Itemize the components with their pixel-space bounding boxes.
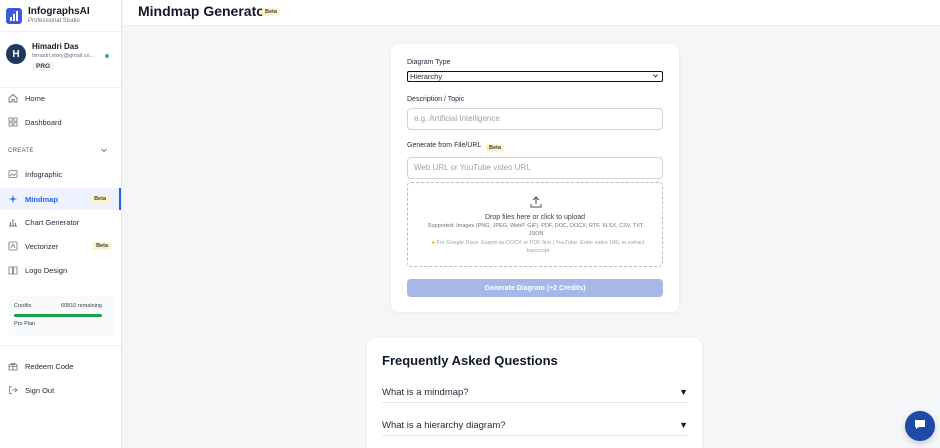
generate-diagram-button[interactable]: Generate Diagram (+2 Credits) bbox=[407, 279, 663, 297]
file-dropzone[interactable]: Drop files here or click to upload Suppo… bbox=[407, 182, 663, 267]
sidebar-item-label: Dashboard bbox=[25, 117, 62, 127]
sidebar-item-label: Infographic bbox=[25, 169, 63, 179]
vector-icon bbox=[8, 241, 18, 251]
dropzone-title: Drop files here or click to upload bbox=[485, 214, 585, 221]
sidebar-item-label: Redeem Code bbox=[25, 361, 74, 371]
gift-icon bbox=[8, 361, 18, 371]
dropzone-tip-text: For Google Docs: Export as DOCX or PDF f… bbox=[436, 240, 645, 254]
home-icon bbox=[8, 93, 18, 103]
upload-icon bbox=[529, 195, 543, 209]
faq-question: What is a mindmap? bbox=[382, 387, 469, 398]
sidebar-item-label: Sign Out bbox=[25, 385, 55, 395]
credits-panel: Credits 60810 remaining Pro Plan bbox=[8, 296, 114, 336]
mindmap-form-card: Diagram Type Hierarchy Description / Top… bbox=[391, 44, 679, 312]
sidebar-item-dashboard[interactable]: Dashboard bbox=[0, 112, 121, 132]
bar-chart-icon bbox=[8, 217, 18, 227]
credits-title: Credits bbox=[14, 303, 32, 309]
faq-section: Frequently Asked Questions What is a min… bbox=[367, 338, 702, 448]
file-url-label: Generate from File/URL bbox=[407, 142, 482, 149]
brand-subtitle: Professional Studio bbox=[28, 18, 80, 24]
credits-remaining: 60810 remaining bbox=[61, 303, 102, 309]
diagram-type-label: Diagram Type bbox=[407, 59, 451, 66]
credits-progress-fill bbox=[14, 314, 102, 317]
dropzone-tip: ● For Google Docs: Export as DOCX or PDF… bbox=[424, 240, 652, 255]
plan-badge: PRO bbox=[32, 62, 55, 71]
brand[interactable]: InfographsAI Professional Studio bbox=[0, 0, 121, 32]
sidebar-item-label: Vectorizer bbox=[25, 241, 59, 251]
section-label-create: CREATE bbox=[8, 148, 34, 154]
sidebar-item-home[interactable]: Home bbox=[0, 88, 121, 108]
image-icon bbox=[8, 169, 18, 179]
avatar: H bbox=[6, 44, 26, 64]
description-label: Description / Topic bbox=[407, 96, 465, 103]
sidebar-item-vectorizer[interactable]: Vectorizer Beta bbox=[0, 236, 121, 256]
grid-icon bbox=[8, 117, 18, 127]
divider bbox=[0, 345, 121, 346]
faq-question: What is a hierarchy diagram? bbox=[382, 420, 506, 431]
diagram-type-select[interactable]: Hierarchy bbox=[407, 71, 663, 82]
beta-badge: Beta bbox=[262, 8, 280, 16]
sparkle-icon bbox=[8, 194, 18, 204]
lightbulb-icon: ● bbox=[431, 240, 435, 246]
diagram-type-value: Hierarchy bbox=[410, 72, 443, 81]
online-status-dot bbox=[105, 54, 109, 58]
chevron-down-icon[interactable] bbox=[100, 146, 108, 156]
user-email: himadri.story@gmail.co... bbox=[32, 53, 95, 59]
triangle-down-icon: ▼ bbox=[679, 420, 688, 430]
sidebar-item-redeem-code[interactable]: Redeem Code bbox=[0, 356, 121, 376]
sidebar: InfographsAI Professional Studio H Himad… bbox=[0, 0, 122, 448]
credits-progress-bar bbox=[14, 314, 102, 317]
brand-logo-icon bbox=[6, 7, 22, 24]
sidebar-item-sign-out[interactable]: Sign Out bbox=[0, 380, 121, 400]
faq-item[interactable]: What is a mindmap? ▼ bbox=[382, 383, 688, 403]
sidebar-item-infographic[interactable]: Infographic bbox=[0, 164, 121, 184]
credits-plan: Pro Plan bbox=[14, 321, 36, 327]
triangle-down-icon: ▼ bbox=[679, 387, 688, 397]
book-icon bbox=[8, 265, 18, 275]
chat-bubble-icon bbox=[913, 417, 927, 436]
page-header: Mindmap Generator Beta bbox=[123, 0, 940, 26]
sidebar-item-label: Home bbox=[25, 93, 46, 103]
sidebar-item-label: Chart Generator bbox=[25, 217, 80, 227]
faq-title: Frequently Asked Questions bbox=[382, 353, 558, 368]
page-title: Mindmap Generator bbox=[138, 3, 271, 19]
faq-item[interactable]: What is a hierarchy diagram? ▼ bbox=[382, 416, 688, 436]
dropzone-supported-formats: Supported: Images (PNG, JPEG, WebP, GIF)… bbox=[427, 223, 645, 237]
url-input[interactable]: Web URL or YouTube video URL bbox=[407, 157, 663, 179]
beta-badge: Beta bbox=[93, 242, 111, 250]
description-input[interactable]: e.g. Artificial Intelligence bbox=[407, 108, 663, 130]
sidebar-item-chart-generator[interactable]: Chart Generator bbox=[0, 212, 121, 232]
sidebar-item-logo-design[interactable]: Logo Design bbox=[0, 260, 121, 280]
beta-badge: Beta bbox=[486, 144, 504, 152]
chevron-down-icon bbox=[652, 72, 659, 82]
sidebar-item-mindmap[interactable]: Mindmap Beta bbox=[0, 188, 121, 210]
sidebar-item-label: Mindmap bbox=[25, 194, 58, 204]
chat-button[interactable] bbox=[905, 411, 935, 441]
sign-out-icon bbox=[8, 385, 18, 395]
user-profile[interactable]: H Himadri Das himadri.story@gmail.co... … bbox=[0, 32, 121, 88]
sidebar-item-label: Logo Design bbox=[25, 265, 68, 275]
beta-badge: Beta bbox=[91, 195, 109, 203]
user-name: Himadri Das bbox=[32, 42, 79, 51]
brand-name: InfographsAI bbox=[28, 6, 90, 17]
